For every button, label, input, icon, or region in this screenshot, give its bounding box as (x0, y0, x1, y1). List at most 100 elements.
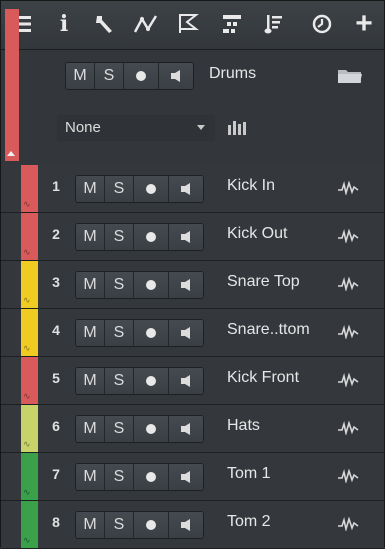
mute-button[interactable]: M (76, 272, 105, 298)
solo-button[interactable]: S (105, 272, 134, 298)
monitor-button[interactable] (169, 512, 203, 538)
record-icon (146, 328, 156, 338)
track-name[interactable]: Snare Top (227, 273, 300, 291)
dropdown-value: None (65, 119, 101, 136)
solo-button[interactable]: S (105, 368, 134, 394)
monitor-speaker-icon (181, 471, 190, 483)
monitor-button[interactable] (169, 224, 203, 250)
record-arm-button[interactable] (134, 416, 169, 442)
track-color-strip[interactable]: ∿ (21, 165, 38, 212)
solo-button[interactable]: S (105, 224, 134, 250)
record-icon (146, 184, 156, 194)
track-color-strip[interactable]: ∿ (21, 357, 38, 404)
wrench-icon[interactable] (89, 9, 119, 39)
record-arm-button[interactable] (134, 320, 169, 346)
collapse-arrow-icon[interactable] (7, 151, 15, 156)
track-button-group: M S (75, 271, 204, 299)
track-button-group: M S (75, 223, 204, 251)
wave-icon: ∿ (23, 199, 31, 209)
track-button-group: M S (75, 175, 204, 203)
monitor-button[interactable] (169, 272, 203, 298)
monitor-speaker-icon (181, 519, 190, 531)
folder-mute-button[interactable]: M (66, 63, 95, 89)
mixer-bars-icon[interactable] (227, 119, 247, 135)
monitor-button[interactable] (169, 320, 203, 346)
mute-button[interactable]: M (76, 224, 105, 250)
record-arm-button[interactable] (134, 224, 169, 250)
folder-color-strip[interactable] (5, 9, 19, 161)
record-arm-button[interactable] (134, 464, 169, 490)
info-icon[interactable]: i (49, 9, 79, 39)
monitor-button[interactable] (169, 176, 203, 202)
track-name[interactable]: Kick Front (227, 369, 299, 387)
audio-track-icon (338, 517, 359, 531)
monitor-button[interactable] (169, 464, 203, 490)
track-name[interactable]: Kick Out (227, 225, 287, 243)
folder-button-group: M S (65, 62, 194, 90)
score-icon[interactable] (259, 9, 289, 39)
monitor-speaker-icon (181, 183, 190, 195)
automation-icon[interactable] (131, 9, 161, 39)
audio-track-icon (338, 421, 359, 435)
track-number: 4 (52, 322, 60, 338)
mute-button[interactable]: M (76, 464, 105, 490)
mute-button[interactable]: M (76, 176, 105, 202)
wave-icon: ∿ (23, 487, 31, 497)
mute-button[interactable]: M (76, 416, 105, 442)
record-arm-button[interactable] (134, 176, 169, 202)
record-icon (146, 424, 156, 434)
track-row[interactable]: ∿ 5 M S Kick Front (1, 357, 384, 405)
solo-button[interactable]: S (105, 464, 134, 490)
mute-button[interactable]: M (76, 320, 105, 346)
track-color-strip[interactable]: ∿ (21, 213, 38, 260)
record-arm-button[interactable] (134, 272, 169, 298)
folder-monitor-button[interactable] (159, 63, 193, 89)
record-arm-button[interactable] (134, 512, 169, 538)
folder-icon[interactable] (337, 68, 363, 84)
track-color-strip[interactable]: ∿ (21, 261, 38, 308)
audio-track-icon (338, 277, 359, 291)
track-row[interactable]: ∿ 2 M S Kick Out (1, 213, 384, 261)
track-name[interactable]: Hats (227, 417, 260, 435)
monitor-speaker-icon (181, 327, 190, 339)
track-color-strip[interactable]: ∿ (21, 309, 38, 356)
marker-flag-icon[interactable] (173, 9, 203, 39)
folder-track[interactable]: M S (1, 50, 384, 167)
track-row[interactable]: ∿ 4 M S Snare..ttom (1, 309, 384, 357)
track-name[interactable]: Tom 2 (227, 513, 271, 531)
audio-track-icon (338, 373, 359, 387)
solo-button[interactable]: S (105, 320, 134, 346)
folder-solo-button[interactable]: S (95, 63, 124, 89)
monitor-speaker-icon (181, 423, 190, 435)
track-row[interactable]: ∿ 3 M S Snare Top (1, 261, 384, 309)
add-icon[interactable]: + (349, 7, 379, 40)
record-arm-button[interactable] (134, 368, 169, 394)
chord-icon[interactable] (217, 9, 247, 39)
folder-output-dropdown[interactable]: None (57, 115, 215, 141)
solo-button[interactable]: S (105, 176, 134, 202)
monitor-button[interactable] (169, 416, 203, 442)
folder-record-button[interactable] (124, 63, 159, 89)
track-name[interactable]: Kick In (227, 177, 275, 195)
clock-icon[interactable] (307, 9, 337, 39)
audio-track-icon (338, 469, 359, 483)
mute-button[interactable]: M (76, 512, 105, 538)
track-row[interactable]: ∿ 8 M S Tom 2 (1, 501, 384, 549)
track-row[interactable]: ∿ 7 M S Tom 1 (1, 453, 384, 501)
track-list-panel: i + M S Drums None ∿ 1 M S Kick In ∿ 2 M… (0, 0, 385, 549)
track-color-strip[interactable]: ∿ (21, 453, 38, 500)
monitor-speaker-icon (181, 279, 190, 291)
track-number: 3 (52, 274, 60, 290)
solo-button[interactable]: S (105, 512, 134, 538)
folder-name[interactable]: Drums (209, 65, 256, 83)
track-name[interactable]: Snare..ttom (227, 321, 310, 339)
track-row[interactable]: ∿ 1 M S Kick In (1, 165, 384, 213)
track-number: 7 (52, 466, 60, 482)
solo-button[interactable]: S (105, 416, 134, 442)
monitor-button[interactable] (169, 368, 203, 394)
track-color-strip[interactable]: ∿ (21, 405, 38, 452)
track-name[interactable]: Tom 1 (227, 465, 271, 483)
mute-button[interactable]: M (76, 368, 105, 394)
track-row[interactable]: ∿ 6 M S Hats (1, 405, 384, 453)
track-color-strip[interactable]: ∿ (21, 501, 38, 548)
